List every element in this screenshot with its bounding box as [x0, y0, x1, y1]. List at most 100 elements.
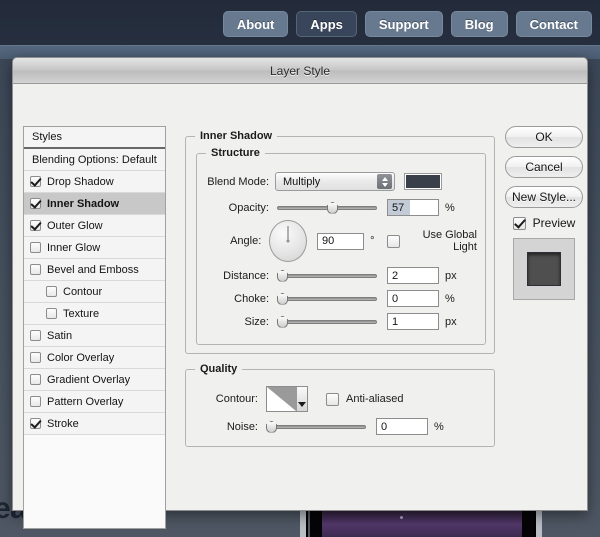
distance-value: 2	[392, 269, 399, 282]
layer-style-dialog: Layer Style Styles Blending Options: Def…	[12, 57, 588, 529]
distance-slider-knob[interactable]	[277, 269, 288, 282]
size-input[interactable]: 1	[387, 313, 439, 330]
styles-list-panel[interactable]: Styles Blending Options: Default Drop Sh…	[23, 126, 166, 529]
style-item-inner-glow[interactable]: Inner Glow	[24, 237, 165, 259]
style-item-blending-options[interactable]: Blending Options: Default	[24, 149, 165, 171]
style-item-inner-shadow[interactable]: Inner Shadow	[24, 193, 165, 215]
satin-checkbox[interactable]	[30, 330, 41, 341]
noise-slider-knob[interactable]	[266, 420, 277, 433]
style-item-label: Blending Options: Default	[32, 153, 157, 166]
styles-header-label: Styles	[32, 131, 62, 143]
style-item-label: Inner Shadow	[47, 197, 120, 210]
blend-mode-select[interactable]: Multiply	[275, 172, 395, 191]
style-item-label: Satin	[47, 329, 73, 342]
inner-shadow-checkbox[interactable]	[30, 198, 41, 209]
style-item-stroke[interactable]: Stroke	[24, 413, 165, 435]
distance-label: Distance:	[223, 269, 269, 282]
shadow-color-swatch[interactable]	[404, 173, 442, 190]
inner-glow-checkbox[interactable]	[30, 242, 41, 253]
style-item-satin[interactable]: Satin	[24, 325, 165, 347]
style-item-color-overlay[interactable]: Color Overlay	[24, 347, 165, 369]
pattern-overlay-checkbox[interactable]	[30, 396, 41, 407]
anti-aliased-label: Anti-aliased	[346, 393, 404, 405]
style-item-contour[interactable]: Contour	[24, 281, 165, 303]
choke-slider[interactable]	[277, 292, 377, 306]
dialog-title: Layer Style	[269, 63, 331, 78]
new-style-button[interactable]: New Style...	[505, 186, 583, 208]
angle-dial[interactable]	[269, 220, 308, 262]
preview-control[interactable]: Preview	[505, 216, 583, 230]
size-value: 1	[392, 315, 399, 328]
angle-input[interactable]: 90	[317, 232, 365, 250]
stroke-checkbox[interactable]	[30, 418, 41, 429]
choke-label: Choke:	[234, 292, 269, 305]
anti-aliased-control[interactable]: Anti-aliased	[326, 392, 404, 406]
style-item-label: Stroke	[47, 417, 79, 430]
contour-row: Contour: Anti-aliased	[196, 386, 486, 412]
style-item-texture[interactable]: Texture	[24, 303, 165, 325]
opacity-slider[interactable]	[277, 201, 377, 215]
style-item-bevel-and-emboss[interactable]: Bevel and Emboss	[24, 259, 165, 281]
blend-mode-stepper-icon[interactable]	[377, 174, 392, 189]
style-item-pattern-overlay[interactable]: Pattern Overlay	[24, 391, 165, 413]
size-slider[interactable]	[277, 315, 377, 329]
preview-checkbox[interactable]	[512, 216, 526, 230]
style-item-label: Inner Glow	[47, 241, 101, 254]
style-item-gradient-overlay[interactable]: Gradient Overlay	[24, 369, 165, 391]
choke-input[interactable]: 0	[387, 290, 439, 307]
distance-unit: px	[445, 269, 457, 282]
nav-button-contact[interactable]: Contact	[515, 11, 592, 37]
dialog-titlebar[interactable]: Layer Style	[13, 58, 587, 84]
contour-dropdown-button[interactable]	[295, 387, 307, 411]
use-global-light-checkbox[interactable]	[386, 234, 400, 248]
texture-checkbox[interactable]	[46, 308, 57, 319]
drop-shadow-checkbox[interactable]	[30, 176, 41, 187]
choke-value: 0	[392, 292, 399, 305]
style-item-label: Pattern Overlay	[47, 395, 124, 408]
distance-slider[interactable]	[277, 269, 377, 283]
nav-button-apps[interactable]: Apps	[296, 11, 357, 37]
style-item-drop-shadow[interactable]: Drop Shadow	[24, 171, 165, 193]
noise-input[interactable]: 0	[376, 418, 428, 435]
use-global-light-control[interactable]: Use Global Light	[386, 229, 477, 253]
style-item-label: Gradient Overlay	[47, 373, 131, 386]
inner-shadow-group: Inner Shadow Structure Blend Mode: Multi…	[185, 130, 495, 354]
nav-button-support[interactable]: Support	[364, 11, 443, 37]
nav-button-blog[interactable]: Blog	[450, 11, 508, 37]
contour-label: Contour:	[215, 393, 258, 405]
style-item-outer-glow[interactable]: Outer Glow	[24, 215, 165, 237]
distance-input[interactable]: 2	[387, 267, 439, 284]
contour-preset-picker[interactable]	[266, 386, 308, 412]
blend-mode-label: Blend Mode:	[207, 175, 269, 188]
chevron-down-icon	[381, 182, 388, 187]
ok-button[interactable]: OK	[505, 126, 583, 148]
contour-checkbox[interactable]	[46, 286, 57, 297]
choke-row: Choke: 0 %	[197, 290, 477, 307]
quality-group-legend: Quality	[195, 363, 243, 375]
style-item-label: Bevel and Emboss	[47, 263, 139, 276]
noise-label: Noise:	[226, 420, 258, 433]
gradient-overlay-checkbox[interactable]	[30, 374, 41, 385]
angle-row: Angle: 90 ° Use Global Light	[197, 220, 477, 262]
color-overlay-checkbox[interactable]	[30, 352, 41, 363]
nav-button-about[interactable]: About	[222, 11, 289, 37]
size-slider-knob[interactable]	[277, 315, 288, 328]
showcase-highlight-dot	[400, 516, 403, 519]
distance-slider-track	[277, 273, 377, 278]
choke-slider-knob[interactable]	[277, 292, 288, 305]
noise-slider-track	[266, 424, 366, 429]
cancel-button[interactable]: Cancel	[505, 156, 583, 178]
structure-group-legend: Structure	[206, 147, 265, 159]
style-item-label: Contour	[63, 285, 103, 298]
style-item-label: Color Overlay	[47, 351, 115, 364]
opacity-slider-knob[interactable]	[327, 201, 338, 214]
style-item-label: Texture	[63, 307, 100, 320]
size-unit: px	[445, 315, 457, 328]
anti-aliased-checkbox[interactable]	[326, 392, 339, 406]
opacity-input[interactable]: 57	[387, 199, 439, 216]
noise-unit: %	[434, 420, 444, 433]
noise-slider[interactable]	[266, 420, 366, 434]
showcase-frame-right	[534, 508, 542, 537]
bevel-and-emboss-checkbox[interactable]	[30, 264, 41, 275]
outer-glow-checkbox[interactable]	[30, 220, 41, 231]
